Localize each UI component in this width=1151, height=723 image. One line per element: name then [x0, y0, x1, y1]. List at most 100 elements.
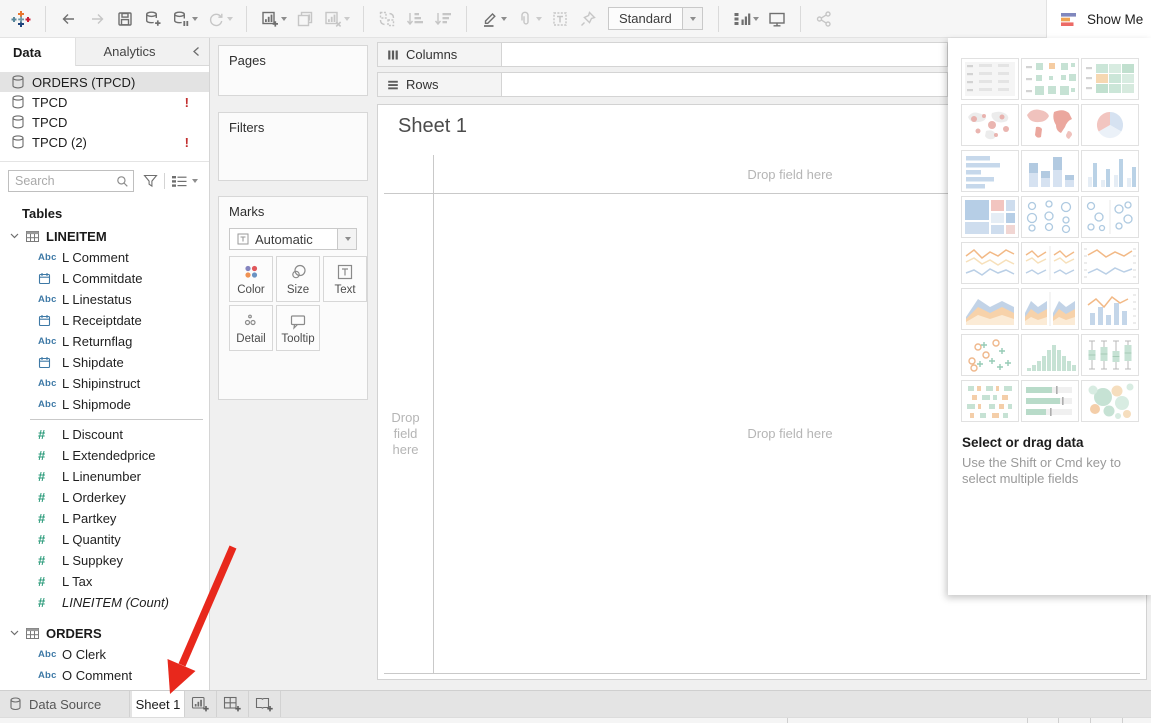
showme-bullet-graph-thumbnail[interactable] [1021, 380, 1079, 422]
field-item[interactable]: L Shipdate [0, 352, 209, 373]
showme-highlight-table-thumbnail[interactable] [1081, 58, 1139, 100]
showme-stacked-bars-thumbnail[interactable] [1021, 150, 1079, 192]
field-item[interactable]: #L Partkey [0, 508, 209, 529]
showme-side-by-side-circles-thumbnail[interactable] [1081, 196, 1139, 238]
field-item[interactable]: AbcL Returnflag [0, 331, 209, 352]
field-item[interactable]: AbcL Shipmode [0, 394, 209, 415]
pause-auto-updates-button[interactable] [167, 4, 202, 34]
new-data-source-button[interactable] [139, 4, 167, 34]
field-item[interactable]: #L Orderkey [0, 487, 209, 508]
redo-button[interactable] [83, 4, 111, 34]
showme-side-by-side-bars-thumbnail[interactable] [1081, 150, 1139, 192]
collapse-pane-button[interactable] [183, 38, 209, 66]
field-item[interactable]: AbcL Shipinstruct [0, 373, 209, 394]
show-hide-cards-button[interactable] [728, 4, 763, 34]
table-group-header[interactable]: ORDERS [0, 622, 209, 644]
new-worksheet-tab-button[interactable] [185, 691, 217, 717]
highlight-button[interactable] [476, 4, 511, 34]
showme-area-continuous-thumbnail[interactable] [961, 288, 1019, 330]
dropdown-caret-icon[interactable] [281, 17, 287, 21]
undo-button[interactable] [55, 4, 83, 34]
run-update-button[interactable] [202, 4, 237, 34]
text-mark-button[interactable]: Text [323, 256, 367, 302]
columns-shelf[interactable]: Columns [377, 42, 948, 67]
duplicate-sheet-button[interactable] [291, 4, 319, 34]
detail-mark-button[interactable]: Detail [229, 305, 273, 351]
fit-selector[interactable]: Standard [608, 7, 703, 30]
sort-ascending-button[interactable] [401, 4, 429, 34]
showme-circle-views-thumbnail[interactable] [1021, 196, 1079, 238]
showme-filled-map-thumbnail[interactable] [1021, 104, 1079, 146]
data-source-item[interactable]: ORDERS (TPCD) [0, 72, 209, 92]
rows-shelf[interactable]: Rows [377, 72, 948, 97]
field-item[interactable]: AbcO Comment [0, 665, 209, 686]
field-item[interactable]: AbcL Comment [0, 247, 209, 268]
field-item[interactable]: #L Quantity [0, 529, 209, 550]
fix-axes-button[interactable] [574, 4, 602, 34]
showme-area-discrete-thumbnail[interactable] [1021, 288, 1079, 330]
showme-pie-chart-thumbnail[interactable] [1081, 104, 1139, 146]
tab-analytics[interactable]: Analytics [76, 38, 183, 66]
showme-lines-continuous-thumbnail[interactable] [961, 242, 1019, 284]
showme-box-and-whisker-thumbnail[interactable] [1081, 334, 1139, 376]
new-worksheet-button[interactable] [256, 4, 291, 34]
dropdown-caret-icon[interactable] [227, 17, 233, 21]
field-item[interactable]: #L Linenumber [0, 466, 209, 487]
dropdown-caret-icon[interactable] [501, 17, 507, 21]
field-item[interactable]: #L Discount [0, 424, 209, 445]
showme-lines-discrete-thumbnail[interactable] [1021, 242, 1079, 284]
field-item[interactable]: AbcO Clerk [0, 644, 209, 665]
data-source-item[interactable]: TPCD (2)! [0, 132, 209, 152]
dropdown-caret-icon[interactable] [536, 17, 542, 21]
fit-selector-caret[interactable] [682, 8, 702, 29]
mark-type-dropdown[interactable]: Automatic [229, 228, 357, 250]
showme-scatter-plot-thumbnail[interactable] [961, 334, 1019, 376]
tableau-logo-icon[interactable] [6, 4, 36, 34]
save-button[interactable] [111, 4, 139, 34]
table-group-header[interactable]: LINEITEM [0, 225, 209, 247]
filters-shelf[interactable]: Filters [218, 112, 368, 181]
showme-horizontal-bars-thumbnail[interactable] [961, 150, 1019, 192]
showme-gantt-thumbnail[interactable] [961, 380, 1019, 422]
clear-sheet-button[interactable] [319, 4, 354, 34]
size-mark-button[interactable]: Size [276, 256, 320, 302]
dropdown-caret-icon[interactable] [344, 17, 350, 21]
data-source-item[interactable]: TPCD [0, 112, 209, 132]
view-options-icon[interactable] [171, 175, 187, 188]
group-members-button[interactable] [511, 4, 546, 34]
sheet1-tab[interactable]: Sheet 1 [132, 691, 185, 717]
drop-zone-rows[interactable]: Drop field here [378, 194, 433, 673]
showme-symbol-map-thumbnail[interactable] [961, 104, 1019, 146]
filter-fields-icon[interactable] [143, 174, 158, 188]
field-item[interactable]: AbcL Linestatus [0, 289, 209, 310]
field-item[interactable]: #LINEITEM (Count) [0, 592, 209, 613]
view-options-caret-icon[interactable] [192, 179, 198, 183]
data-source-item[interactable]: TPCD! [0, 92, 209, 112]
swap-rows-columns-button[interactable] [373, 4, 401, 34]
tooltip-mark-button[interactable]: Tooltip [276, 305, 320, 351]
showme-dual-lines-thumbnail[interactable] [1081, 242, 1139, 284]
field-item[interactable]: #L Extendedprice [0, 445, 209, 466]
showme-histogram-thumbnail[interactable] [1021, 334, 1079, 376]
show-mark-labels-button[interactable] [546, 4, 574, 34]
new-story-tab-button[interactable] [249, 691, 281, 717]
showme-heat-map-thumbnail[interactable] [1021, 58, 1079, 100]
color-mark-button[interactable]: Color [229, 256, 273, 302]
pages-shelf[interactable]: Pages [218, 45, 368, 96]
showme-text-table-thumbnail[interactable] [961, 58, 1019, 100]
presentation-mode-button[interactable] [763, 4, 791, 34]
field-item[interactable]: #L Suppkey [0, 550, 209, 571]
field-item[interactable]: L Commitdate [0, 268, 209, 289]
data-source-tab[interactable]: Data Source [0, 691, 130, 717]
sort-descending-button[interactable] [429, 4, 457, 34]
showme-treemap-thumbnail[interactable] [961, 196, 1019, 238]
tab-data[interactable]: Data [0, 38, 76, 66]
dropdown-caret-icon[interactable] [192, 17, 198, 21]
show-me-button[interactable]: Show Me [1046, 0, 1151, 38]
field-item[interactable]: L Receiptdate [0, 310, 209, 331]
field-item[interactable]: #L Tax [0, 571, 209, 592]
new-dashboard-tab-button[interactable] [217, 691, 249, 717]
dropdown-caret-icon[interactable] [753, 17, 759, 21]
share-workbook-button[interactable] [810, 4, 838, 34]
search-input[interactable] [15, 174, 116, 188]
